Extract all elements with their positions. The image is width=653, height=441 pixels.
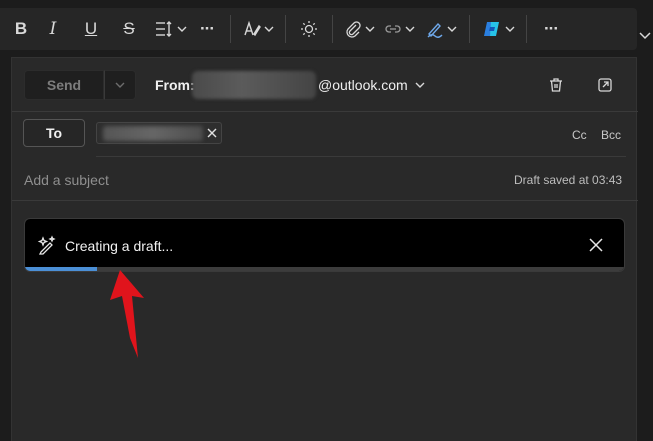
line-spacing-button[interactable] xyxy=(148,14,192,44)
more-format-button[interactable]: ··· xyxy=(192,14,222,44)
styles-button[interactable] xyxy=(239,14,277,44)
annotation-arrow-icon xyxy=(110,270,144,358)
formatting-toolbar: B I U S ··· ··· xyxy=(0,8,637,50)
underline-label: U xyxy=(84,19,98,38)
brightness-button[interactable] xyxy=(294,14,324,44)
recipient-chip[interactable] xyxy=(96,122,222,144)
more-options-label: ··· xyxy=(544,19,559,38)
underline-button[interactable]: U xyxy=(72,14,110,44)
more-format-label: ··· xyxy=(200,19,215,38)
from-domain[interactable]: @outlook.com xyxy=(318,77,408,93)
draft-status: Draft saved at 03:43 xyxy=(514,173,623,187)
from-chevron-down-icon[interactable] xyxy=(415,80,425,90)
bold-label: B xyxy=(14,19,28,38)
sparkle-pen-icon xyxy=(37,235,56,255)
from-address-redacted xyxy=(192,71,316,99)
more-options-button[interactable]: ··· xyxy=(535,14,567,44)
chevron-down-icon xyxy=(447,26,456,32)
mail-compose-window: B I U S ··· ··· Send From: @outlook.com … xyxy=(0,0,653,441)
send-label: Send xyxy=(46,77,82,93)
toolbar-divider xyxy=(285,15,286,43)
banner-text: Creating a draft... xyxy=(65,238,174,254)
progress-fill xyxy=(25,267,97,271)
signature-button[interactable] xyxy=(421,14,461,44)
send-button[interactable]: Send xyxy=(24,70,104,100)
toolbar-divider xyxy=(332,15,333,43)
pop-out-icon xyxy=(598,78,612,92)
pop-out-button[interactable] xyxy=(596,76,614,94)
divider xyxy=(12,111,638,112)
chevron-down-icon xyxy=(405,26,414,32)
strikethrough-button[interactable]: S xyxy=(110,14,148,44)
cc-button[interactable]: Cc xyxy=(572,128,587,142)
italic-button[interactable]: I xyxy=(34,14,72,44)
toolbar-divider xyxy=(526,15,527,43)
sun-icon xyxy=(301,21,317,37)
toolbar-expand-chevron-icon[interactable] xyxy=(638,28,652,42)
chevron-down-icon xyxy=(365,26,374,32)
attach-button[interactable] xyxy=(341,14,377,44)
discard-button[interactable] xyxy=(547,76,565,94)
pen-signature-icon xyxy=(427,22,442,38)
recipient-redacted xyxy=(103,126,203,141)
to-label: To xyxy=(45,125,63,141)
compose-panel: Send From: @outlook.com To Cc Bcc Add a … xyxy=(11,57,638,441)
chevron-down-icon xyxy=(115,82,125,88)
toolbar-divider xyxy=(230,15,231,43)
bcc-button[interactable]: Bcc xyxy=(601,128,621,142)
trash-icon xyxy=(550,78,562,92)
draft-progress-banner: Creating a draft... xyxy=(24,218,625,272)
remove-recipient-icon[interactable] xyxy=(206,127,218,139)
copilot-icon xyxy=(483,22,499,36)
chevron-down-icon xyxy=(505,26,514,32)
link-icon xyxy=(384,25,401,33)
subject-input[interactable]: Add a subject xyxy=(24,172,109,188)
to-button[interactable]: To xyxy=(23,119,85,147)
line-spacing-icon xyxy=(155,21,171,37)
paperclip-icon xyxy=(345,21,361,38)
divider xyxy=(12,200,638,201)
chevron-down-icon xyxy=(177,26,186,32)
toolbar-divider xyxy=(469,15,470,43)
bold-button[interactable]: B xyxy=(8,14,34,44)
link-button[interactable] xyxy=(377,14,421,44)
send-options-button[interactable] xyxy=(104,70,136,100)
send-button-group: Send xyxy=(24,70,146,100)
text-styles-icon xyxy=(243,20,261,37)
chevron-down-icon xyxy=(264,26,273,32)
divider xyxy=(96,156,626,157)
from-label: From: xyxy=(155,77,195,93)
strikethrough-label: S xyxy=(123,19,135,38)
copilot-button[interactable] xyxy=(478,14,518,44)
close-icon[interactable] xyxy=(588,237,604,253)
italic-label: I xyxy=(49,19,57,39)
